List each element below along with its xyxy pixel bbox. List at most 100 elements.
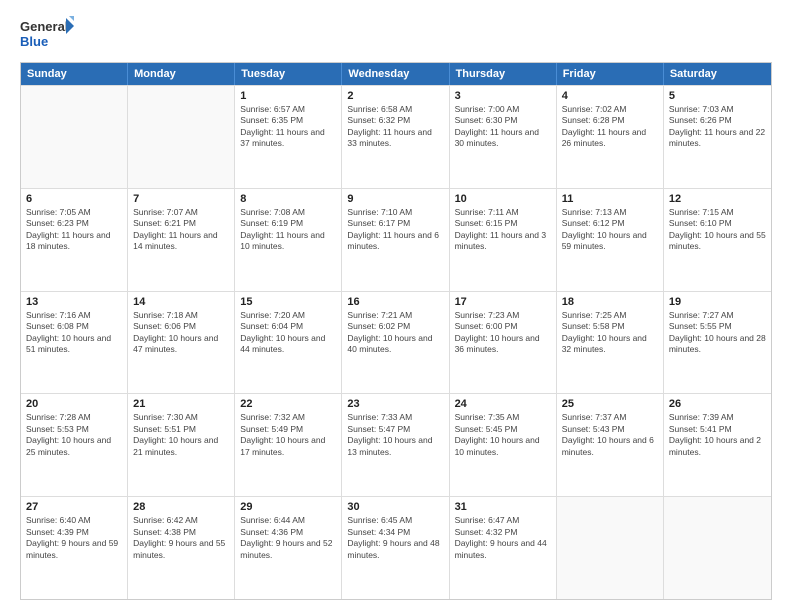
day-number: 8 [240,193,336,205]
day-number: 1 [240,90,336,102]
sunrise: Sunrise: 7:03 AM [669,104,766,115]
daylight: Daylight: 9 hours and 44 minutes. [455,538,551,561]
daylight: Daylight: 10 hours and 21 minutes. [133,435,229,458]
day-number: 29 [240,501,336,513]
day-number: 22 [240,398,336,410]
day-number: 16 [347,296,443,308]
weekday-thursday: Thursday [450,63,557,85]
day-number: 9 [347,193,443,205]
sunset: Sunset: 4:32 PM [455,527,551,538]
cal-cell-1-1: 7 Sunrise: 7:07 AM Sunset: 6:21 PM Dayli… [128,189,235,291]
daylight: Daylight: 10 hours and 59 minutes. [562,230,658,253]
sunrise: Sunrise: 6:57 AM [240,104,336,115]
weekday-wednesday: Wednesday [342,63,449,85]
sunset: Sunset: 5:49 PM [240,424,336,435]
sunset: Sunset: 6:08 PM [26,321,122,332]
sunset: Sunset: 6:10 PM [669,218,766,229]
sunrise: Sunrise: 6:40 AM [26,515,122,526]
cal-cell-0-0 [21,86,128,188]
day-number: 28 [133,501,229,513]
sunrise: Sunrise: 7:15 AM [669,207,766,218]
cal-cell-4-6 [664,497,771,599]
cal-cell-4-2: 29 Sunrise: 6:44 AM Sunset: 4:36 PM Dayl… [235,497,342,599]
day-number: 6 [26,193,122,205]
sunset: Sunset: 6:17 PM [347,218,443,229]
day-number: 26 [669,398,766,410]
sunrise: Sunrise: 7:27 AM [669,310,766,321]
cal-cell-0-6: 5 Sunrise: 7:03 AM Sunset: 6:26 PM Dayli… [664,86,771,188]
calendar-body: 1 Sunrise: 6:57 AM Sunset: 6:35 PM Dayli… [21,85,771,599]
cal-row-0: 1 Sunrise: 6:57 AM Sunset: 6:35 PM Dayli… [21,85,771,188]
calendar: Sunday Monday Tuesday Wednesday Thursday… [20,62,772,600]
cal-cell-4-0: 27 Sunrise: 6:40 AM Sunset: 4:39 PM Dayl… [21,497,128,599]
day-number: 7 [133,193,229,205]
day-number: 11 [562,193,658,205]
weekday-friday: Friday [557,63,664,85]
day-number: 19 [669,296,766,308]
cal-cell-2-4: 17 Sunrise: 7:23 AM Sunset: 6:00 PM Dayl… [450,292,557,394]
sunrise: Sunrise: 7:25 AM [562,310,658,321]
sunrise: Sunrise: 7:33 AM [347,412,443,423]
sunset: Sunset: 6:35 PM [240,115,336,126]
svg-text:Blue: Blue [20,34,48,49]
sunset: Sunset: 6:21 PM [133,218,229,229]
cal-cell-3-5: 25 Sunrise: 7:37 AM Sunset: 5:43 PM Dayl… [557,394,664,496]
cal-cell-1-6: 12 Sunrise: 7:15 AM Sunset: 6:10 PM Dayl… [664,189,771,291]
cal-cell-1-3: 9 Sunrise: 7:10 AM Sunset: 6:17 PM Dayli… [342,189,449,291]
sunrise: Sunrise: 6:58 AM [347,104,443,115]
cal-cell-4-5 [557,497,664,599]
daylight: Daylight: 10 hours and 10 minutes. [455,435,551,458]
sunset: Sunset: 5:47 PM [347,424,443,435]
sunset: Sunset: 6:26 PM [669,115,766,126]
sunset: Sunset: 5:51 PM [133,424,229,435]
sunrise: Sunrise: 7:20 AM [240,310,336,321]
header: General Blue [20,16,772,54]
sunrise: Sunrise: 7:02 AM [562,104,658,115]
day-number: 31 [455,501,551,513]
day-number: 25 [562,398,658,410]
daylight: Daylight: 11 hours and 37 minutes. [240,127,336,150]
cal-cell-2-6: 19 Sunrise: 7:27 AM Sunset: 5:55 PM Dayl… [664,292,771,394]
cal-cell-1-5: 11 Sunrise: 7:13 AM Sunset: 6:12 PM Dayl… [557,189,664,291]
daylight: Daylight: 11 hours and 30 minutes. [455,127,551,150]
sunrise: Sunrise: 7:32 AM [240,412,336,423]
cal-cell-2-5: 18 Sunrise: 7:25 AM Sunset: 5:58 PM Dayl… [557,292,664,394]
cal-row-4: 27 Sunrise: 6:40 AM Sunset: 4:39 PM Dayl… [21,496,771,599]
cal-cell-1-4: 10 Sunrise: 7:11 AM Sunset: 6:15 PM Dayl… [450,189,557,291]
sunset: Sunset: 6:28 PM [562,115,658,126]
sunset: Sunset: 6:02 PM [347,321,443,332]
cal-cell-3-0: 20 Sunrise: 7:28 AM Sunset: 5:53 PM Dayl… [21,394,128,496]
daylight: Daylight: 10 hours and 47 minutes. [133,333,229,356]
sunset: Sunset: 5:45 PM [455,424,551,435]
sunset: Sunset: 6:15 PM [455,218,551,229]
calendar-header: Sunday Monday Tuesday Wednesday Thursday… [21,63,771,85]
sunset: Sunset: 5:53 PM [26,424,122,435]
daylight: Daylight: 10 hours and 44 minutes. [240,333,336,356]
cal-cell-4-3: 30 Sunrise: 6:45 AM Sunset: 4:34 PM Dayl… [342,497,449,599]
daylight: Daylight: 9 hours and 55 minutes. [133,538,229,561]
cal-cell-0-3: 2 Sunrise: 6:58 AM Sunset: 6:32 PM Dayli… [342,86,449,188]
cal-cell-0-1 [128,86,235,188]
sunset: Sunset: 6:32 PM [347,115,443,126]
sunset: Sunset: 6:00 PM [455,321,551,332]
day-number: 13 [26,296,122,308]
daylight: Daylight: 10 hours and 13 minutes. [347,435,443,458]
day-number: 21 [133,398,229,410]
cal-cell-2-1: 14 Sunrise: 7:18 AM Sunset: 6:06 PM Dayl… [128,292,235,394]
daylight: Daylight: 11 hours and 14 minutes. [133,230,229,253]
sunset: Sunset: 6:12 PM [562,218,658,229]
sunrise: Sunrise: 7:39 AM [669,412,766,423]
day-number: 10 [455,193,551,205]
weekday-sunday: Sunday [21,63,128,85]
daylight: Daylight: 11 hours and 33 minutes. [347,127,443,150]
daylight: Daylight: 9 hours and 59 minutes. [26,538,122,561]
logo: General Blue [20,16,80,54]
sunset: Sunset: 5:43 PM [562,424,658,435]
cal-cell-4-4: 31 Sunrise: 6:47 AM Sunset: 4:32 PM Dayl… [450,497,557,599]
daylight: Daylight: 11 hours and 10 minutes. [240,230,336,253]
daylight: Daylight: 10 hours and 32 minutes. [562,333,658,356]
day-number: 14 [133,296,229,308]
sunset: Sunset: 4:36 PM [240,527,336,538]
cal-cell-0-5: 4 Sunrise: 7:02 AM Sunset: 6:28 PM Dayli… [557,86,664,188]
daylight: Daylight: 9 hours and 52 minutes. [240,538,336,561]
